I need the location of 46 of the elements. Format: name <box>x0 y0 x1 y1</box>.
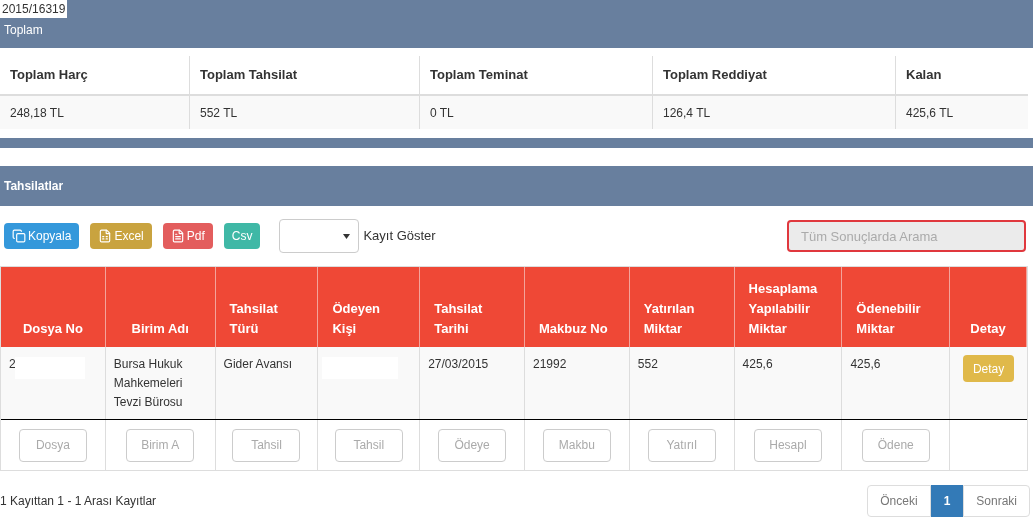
dropdown-arrow-icon <box>343 233 351 239</box>
filter-field[interactable]: Ödene <box>861 428 930 462</box>
case-number-label: 2015/16319 <box>0 0 68 18</box>
search-field[interactable]: Tüm Sonuçlarda Arama <box>787 220 1026 252</box>
table-cell: 126,4 TL <box>653 96 896 129</box>
column-header: Kalan <box>905 66 943 85</box>
column-header: Toplam Harç <box>0 56 190 94</box>
filter-field[interactable]: Tahsil <box>232 428 301 462</box>
table-cell: 0 TL <box>420 96 653 129</box>
column-header: Toplam Teminat <box>420 56 653 94</box>
table-cell: 248,18 TL <box>0 96 190 129</box>
pagination-button[interactable]: 1 <box>930 485 964 517</box>
export-button[interactable]: Pdf <box>162 223 213 249</box>
filter-field[interactable]: Yatırıl <box>647 428 716 462</box>
column-header: Toplam Reddiyat <box>653 56 896 94</box>
table-cell: 552 <box>637 357 658 371</box>
filter-field[interactable]: Birim A <box>126 428 195 462</box>
table-cell: Bursa Hukuk Mahkemeleri Tevzi Bürosu <box>113 357 183 409</box>
table-cell: 552 TL <box>190 96 420 129</box>
export-button[interactable]: Kopyala <box>4 223 80 249</box>
filter-field[interactable]: Hesapl <box>753 428 822 462</box>
panel-title: Toplam <box>4 23 43 37</box>
copy-icon <box>12 229 26 243</box>
document-icon <box>170 229 185 243</box>
page-size-label: Kayıt Göster <box>363 227 436 246</box>
table-cell-text: 425,6 TL <box>905 104 955 122</box>
column-header: Toplam Tahsilat <box>190 56 420 94</box>
export-button[interactable]: Csv <box>223 223 261 249</box>
spreadsheet-icon <box>98 229 113 243</box>
records-info: 1 Kayıttan 1 - 1 Arası Kayıtlar <box>0 493 157 510</box>
detail-button[interactable]: Detay <box>962 355 1015 382</box>
filter-field[interactable]: Ödeye <box>438 428 507 462</box>
filter-field[interactable]: Tahsil <box>334 428 403 462</box>
export-button[interactable]: Excel <box>90 223 152 249</box>
table-cell: 425,6 <box>850 357 881 371</box>
table-cell: Gider Avansı <box>223 357 293 371</box>
table-cell: 27/03/2015 <box>428 357 489 371</box>
filter-field[interactable]: Makbu <box>542 428 611 462</box>
pagination-button[interactable]: Önceki <box>867 485 931 517</box>
table-cell: 21992 <box>533 357 567 371</box>
table-cell: 425,6 <box>742 357 773 371</box>
filter-field[interactable]: Dosya <box>18 428 87 462</box>
pagination-button[interactable]: Sonraki <box>963 485 1030 517</box>
table-cell: 2 <box>9 357 16 371</box>
panel-title: Tahsilatlar <box>4 178 64 195</box>
page-size-select[interactable] <box>279 219 360 253</box>
